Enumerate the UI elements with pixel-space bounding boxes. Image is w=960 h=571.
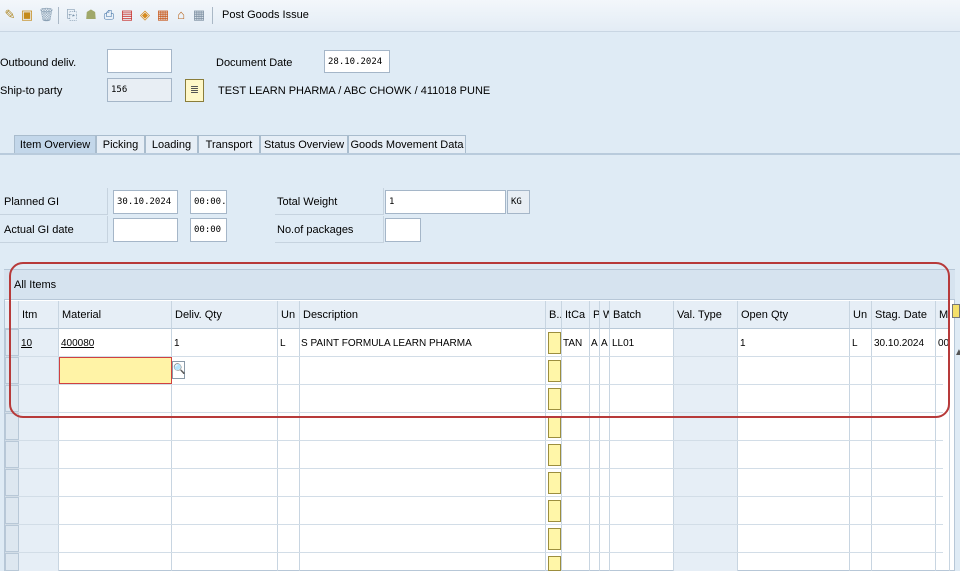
row-selector[interactable]	[5, 441, 19, 468]
total-weight-input[interactable]: 1	[385, 190, 506, 214]
weight-unit-input[interactable]: KG	[507, 190, 530, 214]
planned-gi-label-box	[0, 188, 108, 215]
outbound-deliv-label: Outbound deliv.	[0, 57, 77, 69]
batch-input-button[interactable]	[548, 416, 561, 438]
home-icon[interactable]: ⌂	[174, 8, 188, 22]
tab-loading[interactable]: Loading	[145, 135, 198, 153]
tab-strip-line	[0, 153, 960, 155]
packages-label-box	[275, 216, 384, 243]
post-goods-issue-button[interactable]: Post Goods Issue	[222, 9, 309, 21]
header-icon[interactable]: ☗	[84, 8, 98, 22]
batch-input-button[interactable]	[548, 500, 561, 522]
tab-picking[interactable]: Picking	[96, 135, 145, 153]
tab-status-overview[interactable]: Status Overview	[260, 135, 348, 153]
tab-item-overview[interactable]: Item Overview	[14, 135, 96, 153]
packages-input[interactable]	[385, 218, 421, 242]
row-divider	[5, 468, 943, 469]
application-toolbar: ✎ ▣ 🗑 ⎘ ☗ ⎙ ▤ ◈ ▦ ⌂ ▦ Post Goods Issue	[0, 0, 960, 32]
tab-transport[interactable]: Transport	[198, 135, 260, 153]
row-divider	[5, 440, 943, 441]
batch-input-button[interactable]	[548, 556, 561, 571]
highlight-box	[9, 262, 950, 418]
batch-input-button[interactable]	[548, 444, 561, 466]
batch-input-button[interactable]	[548, 472, 561, 494]
table-settings-icon[interactable]	[952, 304, 960, 318]
toolbar-separator	[212, 7, 213, 24]
toolbar-separator	[58, 7, 59, 24]
serial-icon[interactable]: ▦	[156, 8, 170, 22]
actual-gi-date-input[interactable]	[113, 218, 178, 242]
document-date-input[interactable]: 28.10.2024	[324, 50, 390, 73]
output-icon[interactable]: ▤	[120, 8, 134, 22]
row-divider	[5, 496, 943, 497]
tab-goods-movement-data[interactable]: Goods Movement Data	[348, 135, 466, 153]
outbound-deliv-input[interactable]	[107, 49, 172, 73]
pick-icon[interactable]: ◈	[138, 8, 152, 22]
outbound-icon[interactable]: ⎘	[65, 8, 79, 22]
ship-to-name: TEST LEARN PHARMA / ABC CHOWK / 411018 P…	[218, 85, 491, 97]
actual-gi-time-input[interactable]: 00:00	[190, 218, 227, 242]
print-icon[interactable]: ⎙	[102, 8, 116, 22]
delete-icon[interactable]: 🗑	[38, 8, 55, 22]
actual-gi-label-box	[0, 216, 108, 243]
document-date-label: Document Date	[216, 57, 293, 69]
batch-icon[interactable]: ▦	[192, 8, 206, 22]
display-change-icon[interactable]: ✎	[3, 8, 17, 22]
row-divider	[5, 524, 943, 525]
row-divider	[5, 552, 943, 553]
ship-to-details-icon[interactable]: ≣	[185, 79, 204, 102]
batch-input-button[interactable]	[548, 528, 561, 550]
row-selector[interactable]	[5, 525, 19, 552]
row-selector[interactable]	[5, 553, 19, 571]
ship-to-party-input[interactable]: 156	[107, 78, 172, 102]
row-selector[interactable]	[5, 413, 19, 440]
ship-to-party-label: Ship-to party	[0, 85, 63, 97]
planned-gi-date-input[interactable]: 30.10.2024	[113, 190, 178, 214]
row-selector[interactable]	[5, 497, 19, 524]
row-selector[interactable]	[5, 469, 19, 496]
scroll-up-icon[interactable]: ▲	[954, 345, 960, 361]
total-weight-label-box	[275, 188, 384, 215]
other-object-icon[interactable]: ▣	[20, 8, 34, 22]
planned-gi-time-input[interactable]: 00:00..	[190, 190, 227, 214]
